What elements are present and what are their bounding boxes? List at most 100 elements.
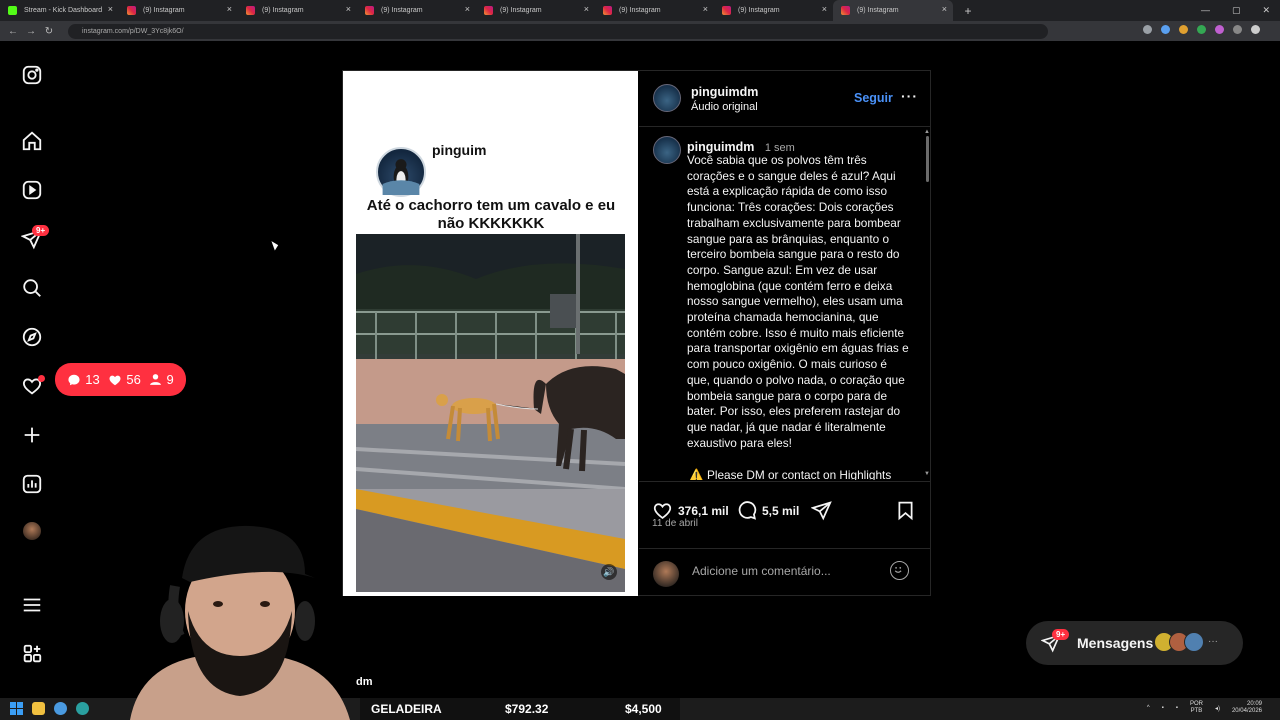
extension-icon[interactable] — [1215, 25, 1224, 34]
extension-icon[interactable] — [1143, 25, 1152, 34]
menu-icon[interactable] — [20, 593, 44, 617]
avatar[interactable] — [20, 519, 44, 543]
tab-close-icon[interactable]: × — [465, 4, 470, 14]
browser-tab[interactable]: (9) Instagram × — [476, 0, 595, 21]
mouse-cursor — [271, 239, 280, 251]
language-indicator[interactable]: POR PTB — [1190, 701, 1203, 715]
reels-icon[interactable] — [20, 178, 44, 202]
instagram-icon — [365, 6, 374, 15]
instagram-icon — [603, 6, 612, 15]
person-icon — [150, 374, 162, 385]
tab-title: (9) Instagram — [738, 7, 780, 14]
comment-icon — [738, 501, 757, 520]
extension-icon[interactable] — [1197, 25, 1206, 34]
file-explorer-icon[interactable] — [32, 702, 45, 715]
author-username[interactable]: pinguimdm — [691, 85, 758, 99]
instagram-icon — [127, 6, 136, 15]
maximize-button[interactable]: ▢ — [1232, 0, 1241, 21]
comment-button[interactable]: 5,5 mil — [736, 500, 799, 521]
stream-ticker: GELADEIRA $792.32 $4,500 — [360, 698, 680, 720]
compass-icon[interactable] — [20, 325, 44, 349]
instagram-logo-icon[interactable] — [20, 63, 44, 87]
search-icon[interactable] — [20, 276, 44, 300]
instagram-icon — [722, 6, 731, 15]
kick-icon — [8, 6, 17, 15]
forward-icon[interactable]: → — [22, 26, 40, 37]
window-controls: — ▢ ✕ — [1201, 0, 1280, 21]
home-icon[interactable] — [20, 129, 44, 153]
notification-dot — [38, 375, 45, 382]
notifications-bubble[interactable]: 13 56 9 — [55, 363, 186, 396]
browser-tab[interactable]: (9) Instagram × — [595, 0, 714, 21]
tab-close-icon[interactable]: × — [108, 4, 113, 14]
direct-badge: 9+ — [32, 225, 50, 236]
save-button[interactable] — [895, 500, 916, 521]
plus-icon[interactable] — [20, 423, 44, 447]
tab-close-icon[interactable]: × — [346, 4, 351, 14]
volume-icon[interactable]: ◂) — [1215, 705, 1220, 712]
scroll-up-arrow[interactable]: ▲ — [924, 129, 930, 135]
post-header: pinguimdm Áudio original Seguir ··· — [639, 71, 931, 127]
extension-icon[interactable] — [1179, 25, 1188, 34]
more-options-icon[interactable]: ··· — [901, 88, 918, 104]
emoji-icon[interactable] — [890, 561, 909, 580]
reload-icon[interactable]: ↻ — [40, 26, 58, 37]
network-icon[interactable]: ▪ — [1162, 705, 1164, 711]
share-button[interactable] — [811, 500, 832, 521]
tab-title: (9) Instagram — [381, 7, 423, 14]
author-avatar[interactable] — [653, 84, 681, 112]
browser-tab[interactable]: (9) Instagram × — [833, 0, 953, 21]
follow-button[interactable]: Seguir — [854, 91, 893, 105]
puzzle-icon[interactable] — [1233, 25, 1242, 34]
browser-tab[interactable]: (9) Instagram × — [714, 0, 833, 21]
video-frame[interactable]: 🔊 — [356, 234, 625, 592]
edge-icon[interactable] — [76, 702, 89, 715]
ticker-label: GELADEIRA — [371, 702, 442, 716]
tab-close-icon[interactable]: × — [942, 4, 947, 14]
browser-tab[interactable]: (9) Instagram × — [119, 0, 238, 21]
messages-bar[interactable]: 9+ Mensagens ··· — [1026, 621, 1243, 665]
tab-close-icon[interactable]: × — [227, 4, 232, 14]
instagram-icon — [484, 6, 493, 15]
browser-tab[interactable]: Stream - Kick Dashboard × — [0, 0, 119, 21]
like-count: 376,1 mil — [678, 503, 729, 518]
chevron-up-icon[interactable]: ^ — [1147, 705, 1150, 711]
back-icon[interactable]: ← — [4, 26, 22, 37]
messages-label: Mensagens — [1077, 635, 1154, 651]
chrome-icon[interactable] — [54, 702, 67, 715]
windows-start-icon[interactable] — [10, 702, 23, 715]
profile-icon[interactable] — [1251, 25, 1260, 34]
battery-icon[interactable]: ▪ — [1176, 705, 1178, 711]
minimize-button[interactable]: — — [1201, 0, 1210, 21]
browser-tab[interactable]: (9) Instagram × — [357, 0, 476, 21]
volume-icon[interactable]: 🔊 — [601, 564, 617, 580]
tab-close-icon[interactable]: × — [584, 4, 589, 14]
heart-icon — [109, 375, 121, 385]
comments-count: 13 — [67, 372, 100, 387]
caption-scrollbar[interactable] — [926, 136, 929, 182]
comment-input[interactable] — [692, 564, 872, 578]
audio-label[interactable]: Áudio original — [691, 101, 758, 113]
apps-icon[interactable] — [20, 642, 44, 666]
extension-icon[interactable] — [1161, 25, 1170, 34]
caption-username[interactable]: pinguimdm — [687, 140, 754, 154]
close-window-button[interactable]: ✕ — [1262, 0, 1270, 21]
tab-title: Stream - Kick Dashboard — [24, 7, 103, 14]
clock[interactable]: 20:09 20/04/2026 — [1232, 701, 1262, 715]
tab-strip: Stream - Kick Dashboard × (9) Instagram × (9… — [0, 0, 953, 21]
tab-close-icon[interactable]: × — [822, 4, 827, 14]
extensions — [1143, 25, 1260, 34]
post-date[interactable]: 11 de abril — [652, 518, 698, 529]
new-tab-button[interactable]: + — [959, 4, 977, 18]
scroll-down-arrow[interactable]: ▼ — [924, 471, 930, 477]
chart-icon[interactable] — [20, 472, 44, 496]
browser-tab[interactable]: (9) Instagram × — [238, 0, 357, 21]
ticker-value-2: $4,500 — [625, 702, 662, 716]
post-media[interactable]: pinguim Até o cachorro tem um cavalo e e… — [343, 71, 638, 596]
instagram-icon — [246, 6, 255, 15]
message-avatars: ··· — [1154, 632, 1218, 652]
url-field[interactable]: instagram.com/p/DW_3Yc8jk6O/ — [68, 23, 1048, 39]
tab-close-icon[interactable]: × — [703, 4, 708, 14]
likes-count: 56 — [108, 372, 141, 387]
caption-avatar[interactable] — [653, 136, 681, 164]
